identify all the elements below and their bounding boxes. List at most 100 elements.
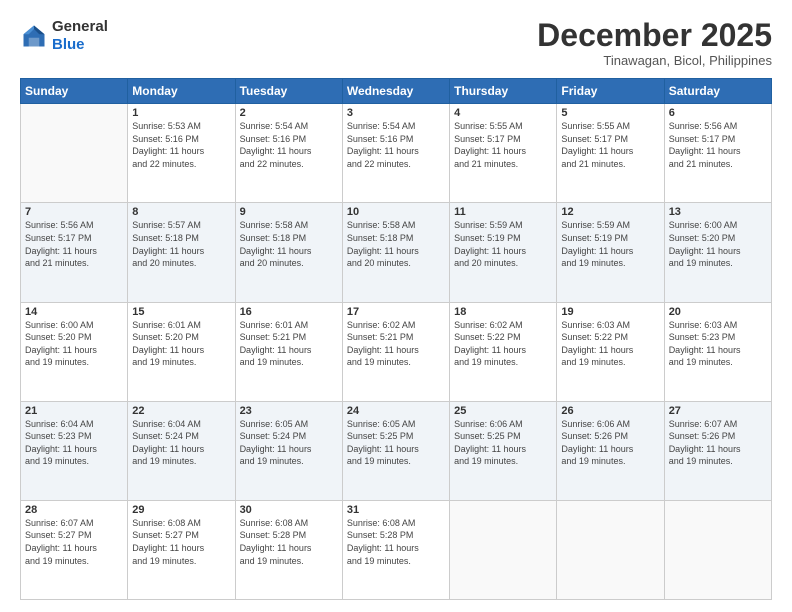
- day-info: Sunrise: 5:56 AM Sunset: 5:17 PM Dayligh…: [669, 120, 767, 170]
- day-info: Sunrise: 6:02 AM Sunset: 5:22 PM Dayligh…: [454, 319, 552, 369]
- table-row: 28Sunrise: 6:07 AM Sunset: 5:27 PM Dayli…: [21, 500, 128, 599]
- table-row: 14Sunrise: 6:00 AM Sunset: 5:20 PM Dayli…: [21, 302, 128, 401]
- table-row: 11Sunrise: 5:59 AM Sunset: 5:19 PM Dayli…: [450, 203, 557, 302]
- logo-blue: Blue: [52, 36, 85, 53]
- calendar-table: Sunday Monday Tuesday Wednesday Thursday…: [20, 78, 772, 600]
- col-sunday: Sunday: [21, 79, 128, 104]
- table-row: 3Sunrise: 5:54 AM Sunset: 5:16 PM Daylig…: [342, 104, 449, 203]
- day-number: 17: [347, 306, 445, 318]
- day-number: 8: [132, 206, 230, 218]
- day-info: Sunrise: 5:58 AM Sunset: 5:18 PM Dayligh…: [240, 219, 338, 269]
- day-info: Sunrise: 5:55 AM Sunset: 5:17 PM Dayligh…: [561, 120, 659, 170]
- calendar-week-row: 21Sunrise: 6:04 AM Sunset: 5:23 PM Dayli…: [21, 401, 772, 500]
- table-row: 10Sunrise: 5:58 AM Sunset: 5:18 PM Dayli…: [342, 203, 449, 302]
- day-info: Sunrise: 6:07 AM Sunset: 5:27 PM Dayligh…: [25, 517, 123, 567]
- main-title: December 2025: [537, 18, 772, 53]
- col-friday: Friday: [557, 79, 664, 104]
- table-row: 2Sunrise: 5:54 AM Sunset: 5:16 PM Daylig…: [235, 104, 342, 203]
- day-number: 9: [240, 206, 338, 218]
- day-number: 20: [669, 306, 767, 318]
- day-info: Sunrise: 6:05 AM Sunset: 5:25 PM Dayligh…: [347, 418, 445, 468]
- day-number: 30: [240, 504, 338, 516]
- day-info: Sunrise: 5:54 AM Sunset: 5:16 PM Dayligh…: [240, 120, 338, 170]
- day-info: Sunrise: 6:04 AM Sunset: 5:24 PM Dayligh…: [132, 418, 230, 468]
- day-info: Sunrise: 6:05 AM Sunset: 5:24 PM Dayligh…: [240, 418, 338, 468]
- table-row: 26Sunrise: 6:06 AM Sunset: 5:26 PM Dayli…: [557, 401, 664, 500]
- day-info: Sunrise: 5:55 AM Sunset: 5:17 PM Dayligh…: [454, 120, 552, 170]
- day-number: 22: [132, 405, 230, 417]
- day-info: Sunrise: 6:07 AM Sunset: 5:26 PM Dayligh…: [669, 418, 767, 468]
- day-info: Sunrise: 6:08 AM Sunset: 5:27 PM Dayligh…: [132, 517, 230, 567]
- table-row: 23Sunrise: 6:05 AM Sunset: 5:24 PM Dayli…: [235, 401, 342, 500]
- table-row: [450, 500, 557, 599]
- logo: General Blue: [20, 18, 108, 54]
- subtitle: Tinawagan, Bicol, Philippines: [537, 53, 772, 68]
- col-monday: Monday: [128, 79, 235, 104]
- table-row: 1Sunrise: 5:53 AM Sunset: 5:16 PM Daylig…: [128, 104, 235, 203]
- day-info: Sunrise: 5:59 AM Sunset: 5:19 PM Dayligh…: [454, 219, 552, 269]
- day-info: Sunrise: 5:57 AM Sunset: 5:18 PM Dayligh…: [132, 219, 230, 269]
- day-number: 31: [347, 504, 445, 516]
- day-number: 26: [561, 405, 659, 417]
- day-info: Sunrise: 5:56 AM Sunset: 5:17 PM Dayligh…: [25, 219, 123, 269]
- table-row: [21, 104, 128, 203]
- logo-icon: [20, 22, 48, 50]
- day-info: Sunrise: 6:00 AM Sunset: 5:20 PM Dayligh…: [669, 219, 767, 269]
- day-number: 27: [669, 405, 767, 417]
- table-row: 31Sunrise: 6:08 AM Sunset: 5:28 PM Dayli…: [342, 500, 449, 599]
- logo-general: General: [52, 18, 108, 35]
- table-row: 17Sunrise: 6:02 AM Sunset: 5:21 PM Dayli…: [342, 302, 449, 401]
- day-info: Sunrise: 6:03 AM Sunset: 5:23 PM Dayligh…: [669, 319, 767, 369]
- day-number: 15: [132, 306, 230, 318]
- day-number: 12: [561, 206, 659, 218]
- table-row: 30Sunrise: 6:08 AM Sunset: 5:28 PM Dayli…: [235, 500, 342, 599]
- table-row: 21Sunrise: 6:04 AM Sunset: 5:23 PM Dayli…: [21, 401, 128, 500]
- day-number: 21: [25, 405, 123, 417]
- table-row: 16Sunrise: 6:01 AM Sunset: 5:21 PM Dayli…: [235, 302, 342, 401]
- table-row: 6Sunrise: 5:56 AM Sunset: 5:17 PM Daylig…: [664, 104, 771, 203]
- table-row: 27Sunrise: 6:07 AM Sunset: 5:26 PM Dayli…: [664, 401, 771, 500]
- day-number: 25: [454, 405, 552, 417]
- day-info: Sunrise: 6:00 AM Sunset: 5:20 PM Dayligh…: [25, 319, 123, 369]
- table-row: 12Sunrise: 5:59 AM Sunset: 5:19 PM Dayli…: [557, 203, 664, 302]
- day-number: 11: [454, 206, 552, 218]
- col-thursday: Thursday: [450, 79, 557, 104]
- table-row: 8Sunrise: 5:57 AM Sunset: 5:18 PM Daylig…: [128, 203, 235, 302]
- day-number: 16: [240, 306, 338, 318]
- header: General Blue December 2025 Tinawagan, Bi…: [20, 18, 772, 68]
- table-row: 22Sunrise: 6:04 AM Sunset: 5:24 PM Dayli…: [128, 401, 235, 500]
- col-tuesday: Tuesday: [235, 79, 342, 104]
- day-info: Sunrise: 6:06 AM Sunset: 5:25 PM Dayligh…: [454, 418, 552, 468]
- table-row: 4Sunrise: 5:55 AM Sunset: 5:17 PM Daylig…: [450, 104, 557, 203]
- title-block: December 2025 Tinawagan, Bicol, Philippi…: [537, 18, 772, 68]
- day-number: 7: [25, 206, 123, 218]
- calendar-week-row: 14Sunrise: 6:00 AM Sunset: 5:20 PM Dayli…: [21, 302, 772, 401]
- table-row: 19Sunrise: 6:03 AM Sunset: 5:22 PM Dayli…: [557, 302, 664, 401]
- day-number: 13: [669, 206, 767, 218]
- table-row: 7Sunrise: 5:56 AM Sunset: 5:17 PM Daylig…: [21, 203, 128, 302]
- table-row: 15Sunrise: 6:01 AM Sunset: 5:20 PM Dayli…: [128, 302, 235, 401]
- day-number: 24: [347, 405, 445, 417]
- day-number: 3: [347, 107, 445, 119]
- day-info: Sunrise: 5:59 AM Sunset: 5:19 PM Dayligh…: [561, 219, 659, 269]
- day-info: Sunrise: 6:01 AM Sunset: 5:21 PM Dayligh…: [240, 319, 338, 369]
- day-number: 18: [454, 306, 552, 318]
- day-number: 28: [25, 504, 123, 516]
- table-row: 20Sunrise: 6:03 AM Sunset: 5:23 PM Dayli…: [664, 302, 771, 401]
- day-number: 2: [240, 107, 338, 119]
- table-row: 13Sunrise: 6:00 AM Sunset: 5:20 PM Dayli…: [664, 203, 771, 302]
- day-number: 23: [240, 405, 338, 417]
- day-number: 14: [25, 306, 123, 318]
- day-number: 19: [561, 306, 659, 318]
- calendar-week-row: 1Sunrise: 5:53 AM Sunset: 5:16 PM Daylig…: [21, 104, 772, 203]
- col-wednesday: Wednesday: [342, 79, 449, 104]
- table-row: [664, 500, 771, 599]
- table-row: 24Sunrise: 6:05 AM Sunset: 5:25 PM Dayli…: [342, 401, 449, 500]
- day-number: 10: [347, 206, 445, 218]
- day-number: 29: [132, 504, 230, 516]
- calendar-week-row: 7Sunrise: 5:56 AM Sunset: 5:17 PM Daylig…: [21, 203, 772, 302]
- day-number: 6: [669, 107, 767, 119]
- day-number: 4: [454, 107, 552, 119]
- day-number: 1: [132, 107, 230, 119]
- day-number: 5: [561, 107, 659, 119]
